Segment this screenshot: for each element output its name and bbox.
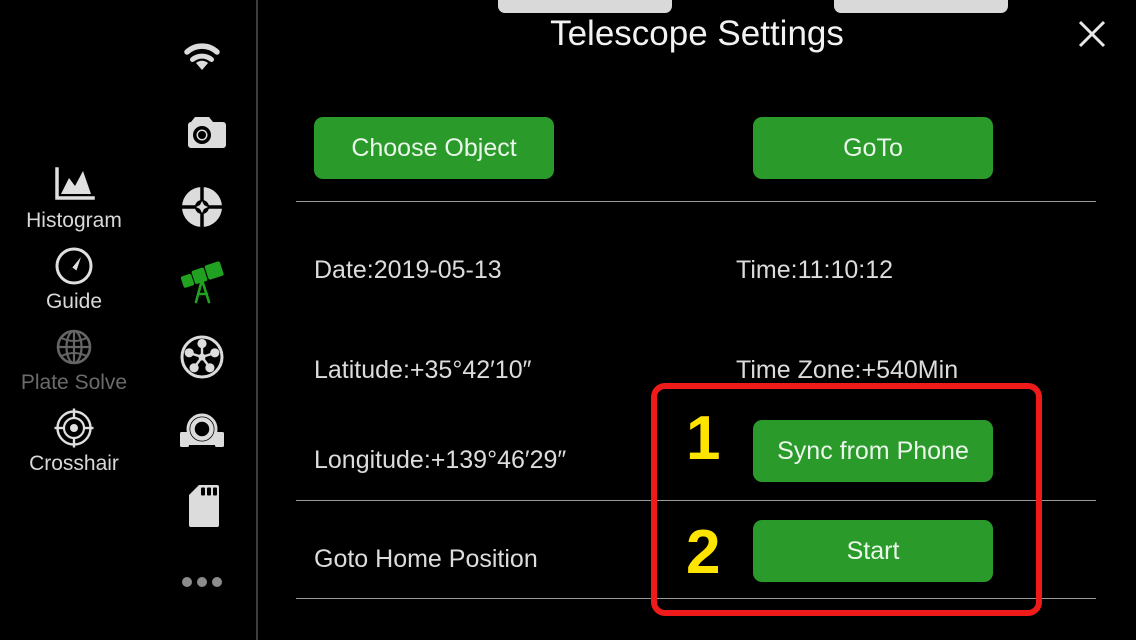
icon-rail [148, 0, 256, 640]
row-divider [296, 598, 1096, 599]
focuser-icon[interactable] [175, 405, 229, 459]
panel-header: Telescope Settings [258, 0, 1136, 70]
timezone-value: Time Zone:+540Min [736, 356, 959, 384]
close-icon[interactable] [1070, 12, 1114, 56]
choose-object-button[interactable]: Choose Object [314, 117, 554, 179]
crosshair-icon [52, 406, 96, 450]
table-row-date-time: Date:2019-05-13 Time:11:10:12 [296, 220, 1096, 320]
start-button[interactable]: Start [753, 520, 993, 582]
camera-icon[interactable] [175, 105, 229, 159]
longitude-value: Longitude:+139°46′29″ [314, 446, 567, 474]
annotation-step-2: 2 [686, 518, 721, 587]
tool-label-plate-solve: Plate Solve [20, 371, 128, 394]
tool-label-crosshair: Crosshair [29, 452, 119, 475]
goto-home-position-label: Goto Home Position [314, 545, 538, 573]
tool-item-guide[interactable]: Guide [0, 244, 148, 315]
goto-button[interactable]: GoTo [753, 117, 993, 179]
row-divider [296, 201, 1096, 202]
globe-icon [52, 325, 96, 369]
date-value: Date:2019-05-13 [314, 256, 502, 284]
annotation-step-1: 1 [686, 404, 721, 473]
tools-column: Histogram Guide Plate Solve Crosshair [0, 0, 148, 640]
guide-arrow-icon [52, 244, 96, 288]
tool-item-crosshair[interactable]: Crosshair [0, 406, 148, 477]
tool-item-plate-solve[interactable]: Plate Solve [0, 325, 148, 396]
time-value: Time:11:10:12 [736, 256, 894, 284]
telescope-icon[interactable] [175, 255, 229, 309]
guider-reticle-icon[interactable] [175, 180, 229, 234]
filter-wheel-icon[interactable] [175, 330, 229, 384]
latitude-value: Latitude:+35°42′10″ [314, 356, 532, 384]
page-title: Telescope Settings [550, 14, 844, 53]
sd-card-icon[interactable] [175, 480, 229, 534]
scrolled-control-left[interactable] [498, 0, 672, 13]
tool-item-histogram[interactable]: Histogram [0, 163, 148, 234]
scrolled-control-right[interactable] [834, 0, 1008, 13]
sync-from-phone-button[interactable]: Sync from Phone [753, 420, 993, 482]
histogram-icon [52, 163, 96, 207]
more-options-icon[interactable] [175, 555, 229, 609]
tool-label-guide: Guide [45, 290, 103, 313]
wifi-icon[interactable] [175, 30, 229, 84]
tool-label-histogram: Histogram [26, 209, 122, 232]
row-divider [296, 500, 1096, 501]
